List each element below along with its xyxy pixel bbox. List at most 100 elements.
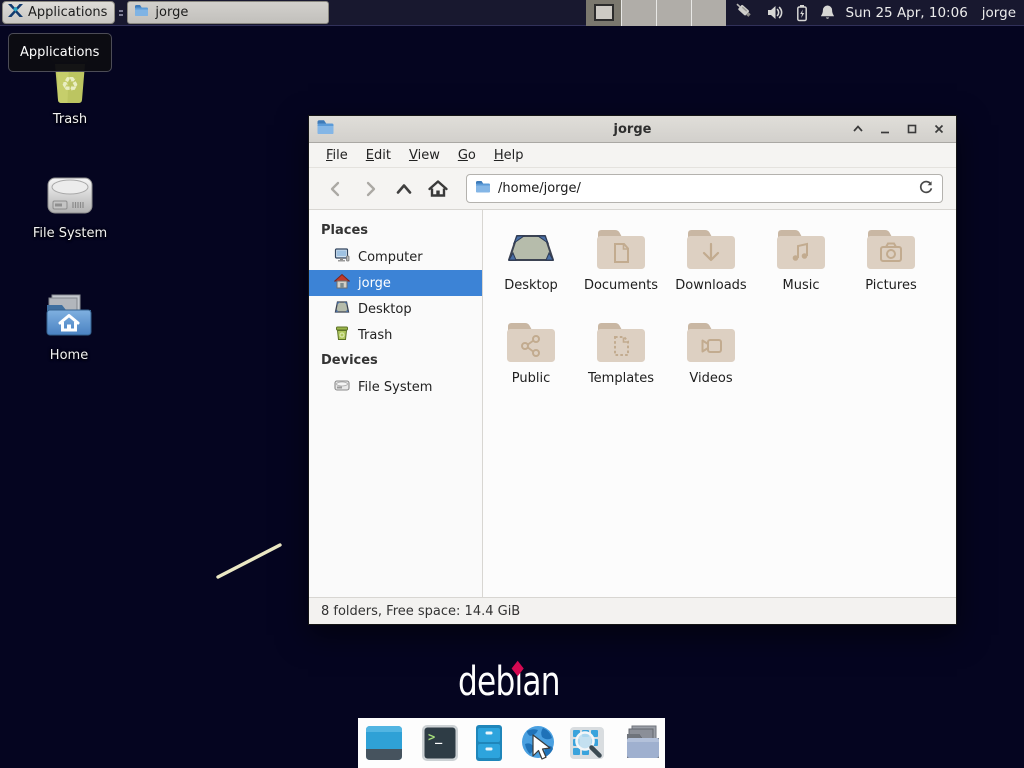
hard-drive-icon [45, 170, 95, 222]
taskbar-folder-icon [134, 4, 149, 21]
workspace-switcher [586, 0, 726, 26]
panel-username: jorge [982, 5, 1016, 21]
path-bar[interactable]: /home/jorge/ [466, 174, 943, 203]
debian-wordmark: debian [458, 659, 560, 705]
desktop-small-icon [334, 299, 350, 319]
menu-file[interactable]: File [317, 145, 357, 166]
app-finder-icon [566, 722, 608, 764]
sidebar-item-computer[interactable]: Computer [309, 244, 482, 270]
panel-clock[interactable]: Sun 25 Apr, 10:06 [846, 5, 968, 21]
taskbar-window-label: jorge [155, 5, 188, 20]
web-browser-launcher[interactable] [517, 722, 559, 765]
taskbar-window-button[interactable]: jorge [127, 1, 329, 24]
sidebar-item-label: File System [358, 380, 432, 395]
file-cabinet-icon [468, 722, 510, 764]
applications-tooltip: Applications [8, 33, 112, 72]
top-panel: Applications jorge [0, 0, 1024, 26]
videos-folder-icon [683, 317, 739, 365]
desktop: { "colors": { "desktop_bg": "#050520", "… [0, 0, 1024, 768]
battery-icon[interactable] [795, 4, 809, 22]
sidebar-item-file-system[interactable]: File System [309, 374, 482, 400]
folder-item-templates[interactable]: Templates [576, 317, 666, 386]
file-manager-launcher[interactable] [468, 722, 510, 765]
panel-handle[interactable] [117, 4, 124, 22]
show-desktop-button[interactable] [363, 722, 405, 765]
close-button[interactable] [932, 122, 946, 136]
svg-text:_: _ [435, 730, 443, 745]
sidebar: Places Computer [309, 210, 483, 597]
menu-go[interactable]: Go [449, 145, 485, 166]
applications-menu-button[interactable]: Applications [2, 1, 115, 24]
desktop-icon-label: File System [33, 226, 107, 241]
forward-button[interactable] [356, 175, 384, 203]
folder-label: Pictures [865, 278, 916, 293]
toolbar: /home/jorge/ [309, 168, 956, 210]
folder-item-downloads[interactable]: Downloads [666, 224, 756, 293]
titlebar[interactable]: jorge [309, 116, 956, 143]
music-folder-icon [773, 224, 829, 272]
home-folder-icon [42, 292, 96, 344]
notifications-icon[interactable] [819, 4, 836, 22]
desktop-icon-label: Trash [53, 112, 87, 127]
app-finder-launcher[interactable] [566, 722, 608, 765]
desktop-icon-home[interactable]: Home [19, 292, 119, 363]
sidebar-item-desktop[interactable]: Desktop [309, 296, 482, 322]
menu-edit[interactable]: Edit [357, 145, 400, 166]
network-icon[interactable] [736, 3, 756, 22]
menubar: File Edit View Go Help [309, 143, 956, 168]
home-button[interactable] [424, 175, 452, 203]
back-button[interactable] [322, 175, 350, 203]
folder-item-desktop[interactable]: Desktop [486, 224, 576, 293]
sidebar-item-label: Desktop [358, 302, 412, 317]
folder-label: Public [512, 371, 550, 386]
folder-label: Templates [588, 371, 654, 386]
up-button[interactable] [390, 175, 418, 203]
sidebar-item-label: Computer [358, 250, 423, 265]
sidebar-item-label: Trash [358, 328, 392, 343]
sidebar-header-devices: Devices [309, 348, 482, 374]
shade-button[interactable] [851, 122, 865, 136]
dock: > _ [358, 718, 665, 768]
file-grid: Desktop Documents Downloads [483, 210, 956, 597]
sidebar-item-jorge[interactable]: jorge [309, 270, 482, 296]
trash-small-icon [334, 325, 350, 345]
sidebar-item-trash[interactable]: Trash [309, 322, 482, 348]
folder-label: Downloads [675, 278, 746, 293]
home-icon [334, 273, 350, 293]
menu-help[interactable]: Help [485, 145, 533, 166]
folder-item-videos[interactable]: Videos [666, 317, 756, 386]
menu-view[interactable]: View [400, 145, 449, 166]
minimize-button[interactable] [878, 122, 892, 136]
status-text: 8 folders, Free space: 14.4 GiB [321, 604, 520, 619]
folder-launcher[interactable] [622, 722, 664, 765]
volume-icon[interactable] [766, 4, 785, 21]
folder-label: Music [783, 278, 820, 293]
downloads-folder-icon [683, 224, 739, 272]
pictures-folder-icon [863, 224, 919, 272]
web-browser-icon [517, 722, 559, 764]
svg-text:♻: ♻ [61, 72, 79, 96]
terminal-launcher[interactable]: > _ [419, 722, 461, 765]
workspace-1[interactable] [586, 0, 621, 26]
workspace-4[interactable] [691, 0, 726, 26]
folder-item-documents[interactable]: Documents [576, 224, 666, 293]
statusbar: 8 folders, Free space: 14.4 GiB [309, 597, 956, 624]
folder-item-music[interactable]: Music [756, 224, 846, 293]
xfce-menu-icon [7, 2, 24, 23]
folder-item-public[interactable]: Public [486, 317, 576, 386]
workspace-2[interactable] [621, 0, 656, 26]
drive-small-icon [334, 377, 350, 397]
reload-icon[interactable] [918, 179, 934, 199]
workspace-3[interactable] [656, 0, 691, 26]
terminal-icon: > _ [419, 722, 461, 764]
workspace-window-preview [594, 4, 614, 21]
folder-label: Desktop [504, 278, 558, 293]
desktop-icon-file-system[interactable]: File System [20, 170, 120, 241]
folder-label: Documents [584, 278, 658, 293]
folder-item-pictures[interactable]: Pictures [846, 224, 936, 293]
computer-icon [334, 247, 350, 267]
path-input[interactable]: /home/jorge/ [498, 181, 911, 196]
public-folder-icon [503, 317, 559, 365]
maximize-button[interactable] [905, 122, 919, 136]
sidebar-item-label: jorge [358, 276, 391, 291]
